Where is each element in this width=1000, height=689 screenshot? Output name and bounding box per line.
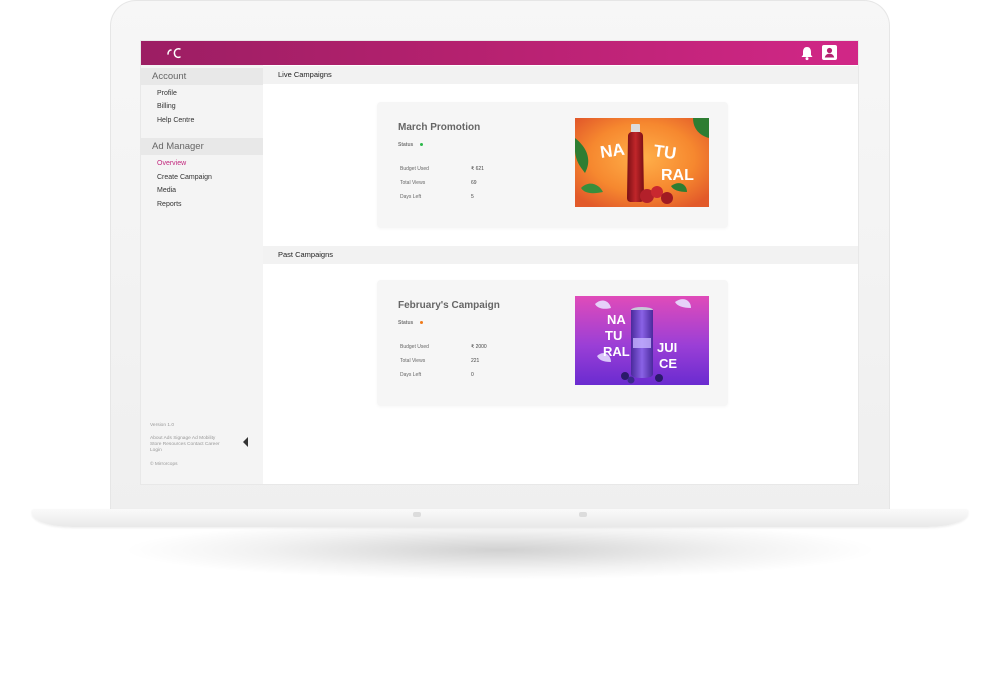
campaign-card-past[interactable]: February's Campaign Status Budget Used ₹… <box>377 280 728 406</box>
status-label: Status <box>398 320 414 326</box>
status-dot <box>420 321 423 324</box>
version-label: Version 1.0 <box>150 423 175 428</box>
svg-text:NA: NA <box>599 140 626 162</box>
campaign-card-live[interactable]: March Promotion Status Budget Used ₹ 621… <box>377 102 728 228</box>
app-screen: Account Profile Billing Help Centre Ad M… <box>141 41 858 484</box>
laptop-hinge-left <box>413 512 421 517</box>
svg-text:NA: NA <box>607 312 626 327</box>
svg-text:RAL: RAL <box>603 344 630 359</box>
status-label: Status <box>398 142 414 148</box>
main-content: Live Campaigns March Promotion Status Bu… <box>263 65 858 484</box>
stat-label: Days Left <box>400 194 422 200</box>
past-campaigns-heading: Past Campaigns <box>263 246 858 264</box>
status-dot <box>420 143 423 146</box>
stat-label: Total Views <box>400 180 426 186</box>
stat-label: Budget Used <box>400 166 429 172</box>
sidebar-item-create-campaign[interactable]: Create Campaign <box>157 174 212 181</box>
stat-label: Total Views <box>400 358 426 364</box>
sidebar: Account Profile Billing Help Centre Ad M… <box>141 65 263 484</box>
svg-text:TU: TU <box>652 141 677 163</box>
laptop-shadow <box>120 520 880 580</box>
stat-value: ₹ 2000 <box>471 344 487 350</box>
stat-label: Days Left <box>400 372 422 378</box>
stat-value: 221 <box>471 358 480 364</box>
natural-juice-red-bottle-image[interactable]: NA TU RAL <box>575 118 709 207</box>
brand-logo-icon[interactable] <box>165 45 183 61</box>
collapse-arrow-icon[interactable] <box>243 437 248 447</box>
stat-value: 69 <box>471 180 477 186</box>
svg-text:RAL: RAL <box>661 167 694 184</box>
profile-icon[interactable] <box>821 44 838 61</box>
top-bar <box>141 41 858 65</box>
campaign-title: March Promotion <box>398 122 481 133</box>
stat-value: 0 <box>471 372 474 378</box>
svg-text:TU: TU <box>605 328 622 343</box>
svg-text:JUI: JUI <box>657 340 677 355</box>
footer-links[interactable]: Login <box>150 448 162 454</box>
stat-label: Budget Used <box>400 344 429 350</box>
sidebar-item-billing[interactable]: Billing <box>157 103 176 110</box>
natural-juice-purple-can-image[interactable]: NA TU RAL JUI CE <box>575 296 709 385</box>
stat-value: 5 <box>471 194 474 200</box>
laptop-hinge-right <box>579 512 587 517</box>
sidebar-item-profile[interactable]: Profile <box>157 90 177 97</box>
sidebar-heading-ad-manager: Ad Manager <box>141 138 263 155</box>
bell-icon[interactable] <box>799 45 815 61</box>
svg-text:CE: CE <box>659 356 677 371</box>
sidebar-item-media[interactable]: Media <box>157 187 176 194</box>
sidebar-heading-account: Account <box>141 68 263 85</box>
sidebar-item-overview[interactable]: Overview <box>157 160 186 167</box>
campaign-title: February's Campaign <box>398 300 500 311</box>
sidebar-item-reports[interactable]: Reports <box>157 201 182 208</box>
live-campaigns-heading: Live Campaigns <box>263 66 858 84</box>
laptop-base <box>32 509 968 527</box>
sidebar-item-help-centre[interactable]: Help Centre <box>157 117 194 124</box>
stat-value: ₹ 621 <box>471 166 484 172</box>
copyright: © Mirrorcops <box>150 462 178 467</box>
